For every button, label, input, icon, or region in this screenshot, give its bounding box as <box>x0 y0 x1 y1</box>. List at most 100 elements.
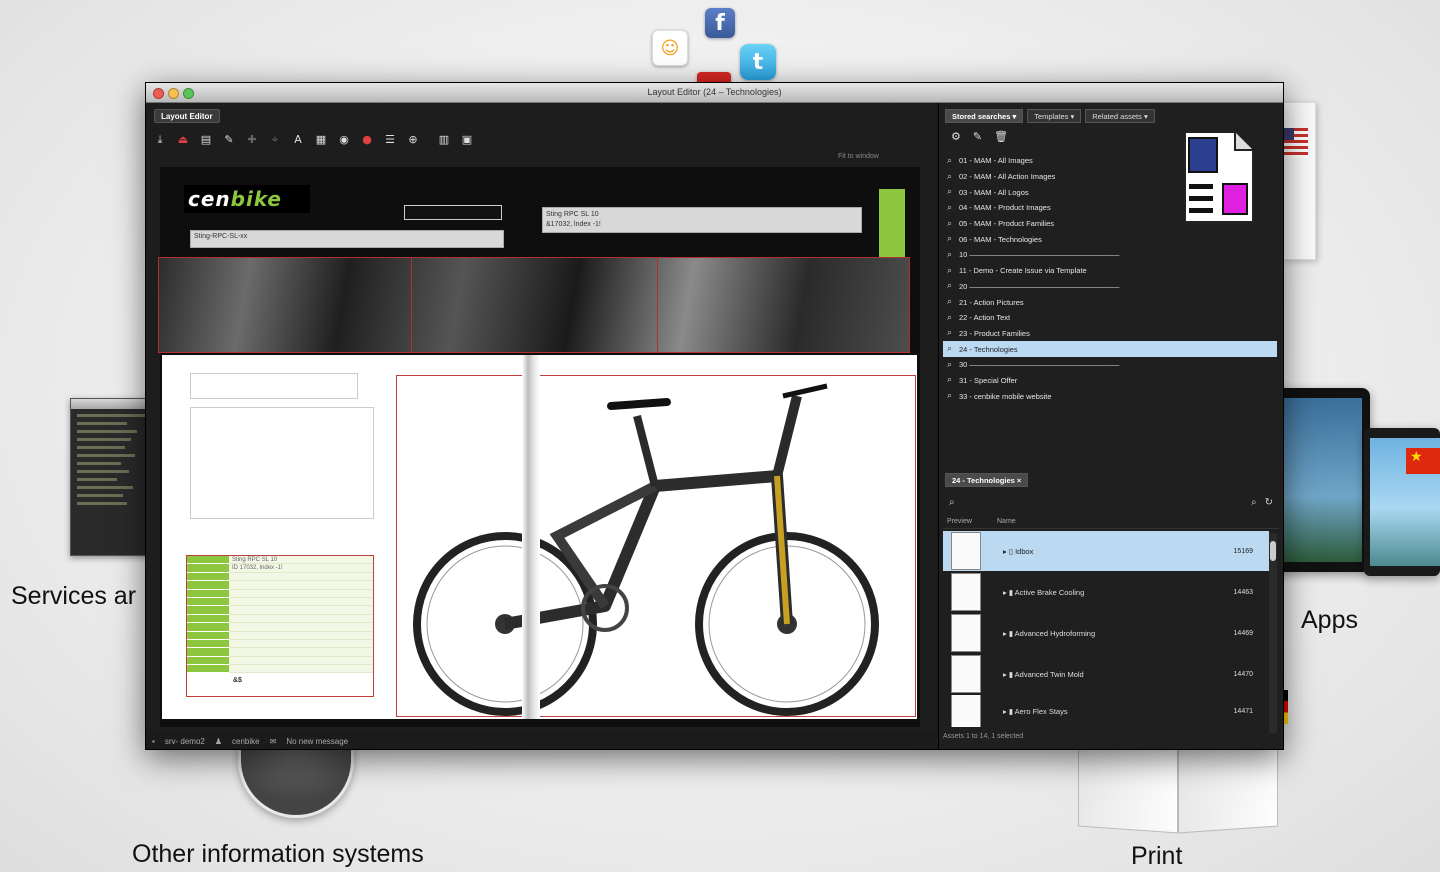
asset-id: 14471 <box>1233 707 1253 715</box>
asset-name: ▸ ▮ Advanced Twin Mold <box>1003 669 1084 679</box>
name-field[interactable]: Sting-RPC-SL-xx <box>190 230 504 248</box>
search-icon[interactable]: ⌕ <box>949 497 955 508</box>
layout-toolbar: ⤓ ⏏ ▤ ✎ ✚ ⌖ A ▦ ◉ ● ☰ ⊕ ▥ ▣ <box>154 131 473 149</box>
document-layout-icon <box>1184 131 1254 223</box>
asset-grid-header: Preview Name <box>943 515 1279 529</box>
asset-name: ▸ ▮ Advanced Hydroforming <box>1003 628 1096 638</box>
right-panel-tabs: Stored searches ▾ Templates ▾ Related as… <box>945 109 1155 123</box>
refresh-icon[interactable]: ↻ <box>1265 497 1273 508</box>
header-empty-field[interactable] <box>404 205 502 220</box>
asset-id: 15169 <box>1233 547 1253 555</box>
preview-column-header[interactable]: Preview <box>943 518 997 525</box>
target-icon[interactable]: ⌖ <box>269 134 281 146</box>
stored-search-item[interactable]: ⌕ 10 ———————————————————— <box>943 247 1277 263</box>
record-icon[interactable]: ● <box>361 134 373 146</box>
save-icon[interactable]: ▤ <box>200 134 212 146</box>
stored-search-item[interactable]: ⌕ 22 - Action Text <box>943 310 1277 326</box>
preview-icon[interactable]: ◉ <box>338 134 350 146</box>
asset-thumbnail <box>951 614 981 652</box>
zoom-icon[interactable]: ⊕ <box>407 134 419 146</box>
bike-image-frame[interactable] <box>396 375 916 717</box>
stored-search-item[interactable]: ⌕ 33 - cenbike mobile website <box>943 388 1277 404</box>
server-label: srv- demo2 <box>164 736 205 746</box>
asset-row[interactable]: ▸ ▮ Advanced Hydroforming 14469 <box>943 613 1269 653</box>
layout-editor-window: Layout Editor (24 – Technologies) Layout… <box>145 82 1284 750</box>
stored-search-item[interactable]: ⌕ 30 ———————————————————— <box>943 357 1277 373</box>
fit-to-window-select[interactable]: Fit to window <box>838 153 879 160</box>
china-flag-icon: ★ <box>1406 448 1440 474</box>
cenbike-logo: cenbike <box>188 187 282 211</box>
product-field[interactable]: Sting RPC SL 10 &17032, lndex -1! <box>542 207 862 233</box>
asset-thumbnail <box>951 532 981 570</box>
asset-name: ▸ ▮ Aero Flex Stays <box>1003 706 1068 716</box>
facebook-icon: f <box>705 8 735 38</box>
stored-search-item[interactable]: ⌕ 23 - Product Families <box>943 326 1277 342</box>
us-flag-icon <box>1282 128 1308 158</box>
stored-search-item[interactable]: ⌕ 31 - Special Offer <box>943 373 1277 389</box>
asset-name: ▸ ▯ Idbox <box>1003 546 1034 556</box>
spec-table[interactable]: Sting RPC SL 10 ID 17032, lndex -1! &$ <box>186 555 374 697</box>
asset-row[interactable]: ▸ ▮ Active Brake Cooling 14463 <box>943 572 1269 612</box>
spec-footer: &$ <box>233 677 242 685</box>
stored-search-item[interactable]: ⌕ 06 - MAM - Technologies <box>943 231 1277 247</box>
document-preview <box>1282 102 1316 260</box>
bike-detail-photo-strip[interactable] <box>158 257 910 353</box>
asset-count-status: Assets 1 to 14, 1 selected <box>943 733 1024 740</box>
twitter-icon: t <box>740 44 776 80</box>
services-caption: Services ar <box>11 582 137 610</box>
checkout-icon[interactable]: ⏏ <box>177 134 189 146</box>
message-label: No new message <box>286 736 349 746</box>
window-title: Layout Editor (24 – Technologies) <box>647 87 782 97</box>
asset-thumbnail <box>951 695 981 727</box>
other-systems-caption: Other information systems <box>132 840 424 868</box>
asset-row-selected[interactable]: ▸ ▯ Idbox 15169 <box>943 531 1269 571</box>
user-icon: ♟ <box>214 736 223 746</box>
asset-list-scrollbar[interactable] <box>1269 533 1277 733</box>
result-search-bar[interactable]: ⌕ ⌕ ↻ <box>943 493 1279 511</box>
edit-search-icon[interactable]: ✎ <box>973 130 982 143</box>
search-toolbar: ⚙ ✎ 🗑 <box>951 130 1008 143</box>
stored-search-item[interactable]: ⌕ 20 ———————————————————— <box>943 279 1277 295</box>
layout-editor-pane: Layout Editor ⤓ ⏏ ▤ ✎ ✚ ⌖ A ▦ ◉ ● ☰ ⊕ ▥ … <box>146 103 936 731</box>
asset-row[interactable]: ▸ ▮ Advanced Twin Mold 14470 <box>943 654 1269 694</box>
tab-technologies-results[interactable]: 24 - Technologies × <box>945 473 1029 487</box>
text-frame[interactable] <box>190 407 374 519</box>
asset-thumbnail <box>951 655 981 693</box>
frame-icon[interactable]: ▣ <box>461 134 473 146</box>
text-icon[interactable]: A <box>292 134 304 146</box>
censhare-logo: censhare <box>1221 749 1274 750</box>
layout-editor-tab[interactable]: Layout Editor <box>154 109 220 123</box>
print-caption: Print <box>1131 842 1183 870</box>
list-icon[interactable]: ☰ <box>384 134 396 146</box>
server-icon: ▪ <box>152 736 155 746</box>
delete-search-icon[interactable]: 🗑 <box>994 130 1008 143</box>
window-titlebar: Layout Editor (24 – Technologies) <box>146 83 1283 103</box>
user-label: cenbike <box>232 736 260 746</box>
green-accent-bar <box>879 189 905 259</box>
message-icon[interactable]: ✉ <box>270 737 277 746</box>
checkin-icon[interactable]: ⤓ <box>154 134 166 146</box>
search-go-icon[interactable]: ⌕ <box>1251 497 1257 508</box>
stored-search-item[interactable]: ⌕ 21 - Action Pictures <box>943 294 1277 310</box>
settings-icon[interactable]: ⚙ <box>951 130 961 143</box>
status-bar: ▪ srv- demo2 ♟ cenbike ✉ No new message <box>146 731 936 749</box>
columns-icon[interactable]: ▥ <box>438 134 450 146</box>
grid-icon[interactable]: ▦ <box>315 134 327 146</box>
apps-caption: Apps <box>1301 606 1358 634</box>
tab-related-assets[interactable]: Related assets ▾ <box>1085 109 1155 123</box>
tab-stored-searches[interactable]: Stored searches ▾ <box>945 109 1024 123</box>
asset-id: 14469 <box>1233 629 1253 637</box>
headline-frame[interactable] <box>190 373 358 399</box>
asset-id: 14463 <box>1233 588 1253 596</box>
asset-row[interactable]: ▸ ▮ Aero Flex Stays 14471 <box>943 695 1269 727</box>
edit-icon[interactable]: ✎ <box>223 134 235 146</box>
asset-thumbnail <box>951 573 981 611</box>
asset-id: 14470 <box>1233 670 1253 678</box>
stored-search-item[interactable]: ⌕ 11 - Demo - Create Issue via Template <box>943 263 1277 279</box>
tab-templates[interactable]: Templates ▾ <box>1027 109 1082 123</box>
name-column-header[interactable]: Name <box>997 518 1016 525</box>
stored-search-item-selected[interactable]: ⌕ 24 - Technologies <box>943 341 1277 357</box>
slideshare-icon: ☺ <box>652 30 688 66</box>
add-icon[interactable]: ✚ <box>246 134 258 146</box>
page-spread-fold <box>522 355 540 719</box>
